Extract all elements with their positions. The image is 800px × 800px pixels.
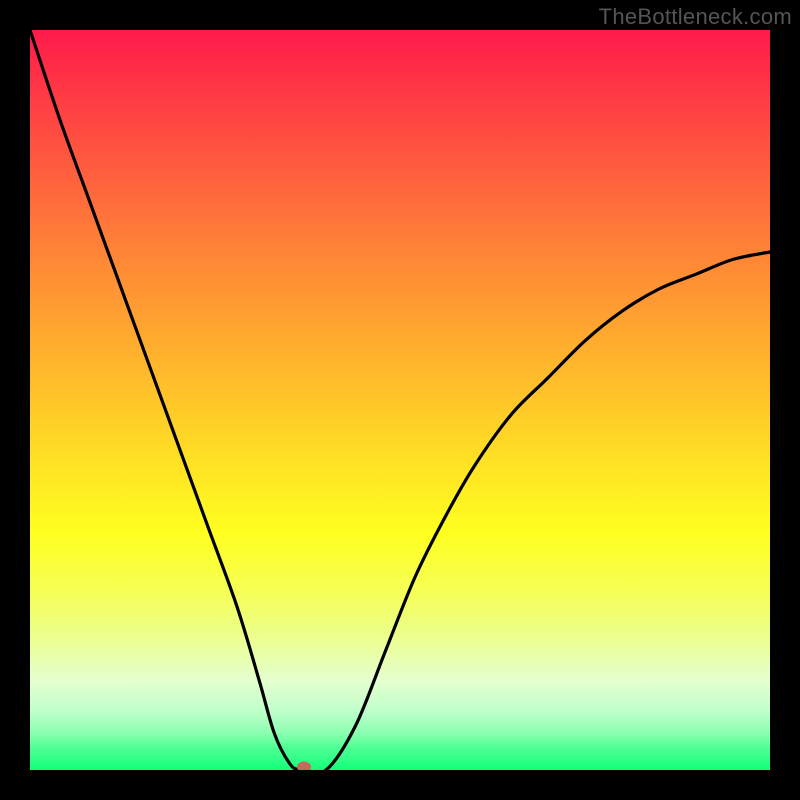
watermark-text: TheBottleneck.com — [599, 4, 792, 30]
optimal-point-marker — [297, 762, 311, 771]
plot-area — [30, 30, 770, 770]
bottleneck-curve — [30, 30, 770, 770]
